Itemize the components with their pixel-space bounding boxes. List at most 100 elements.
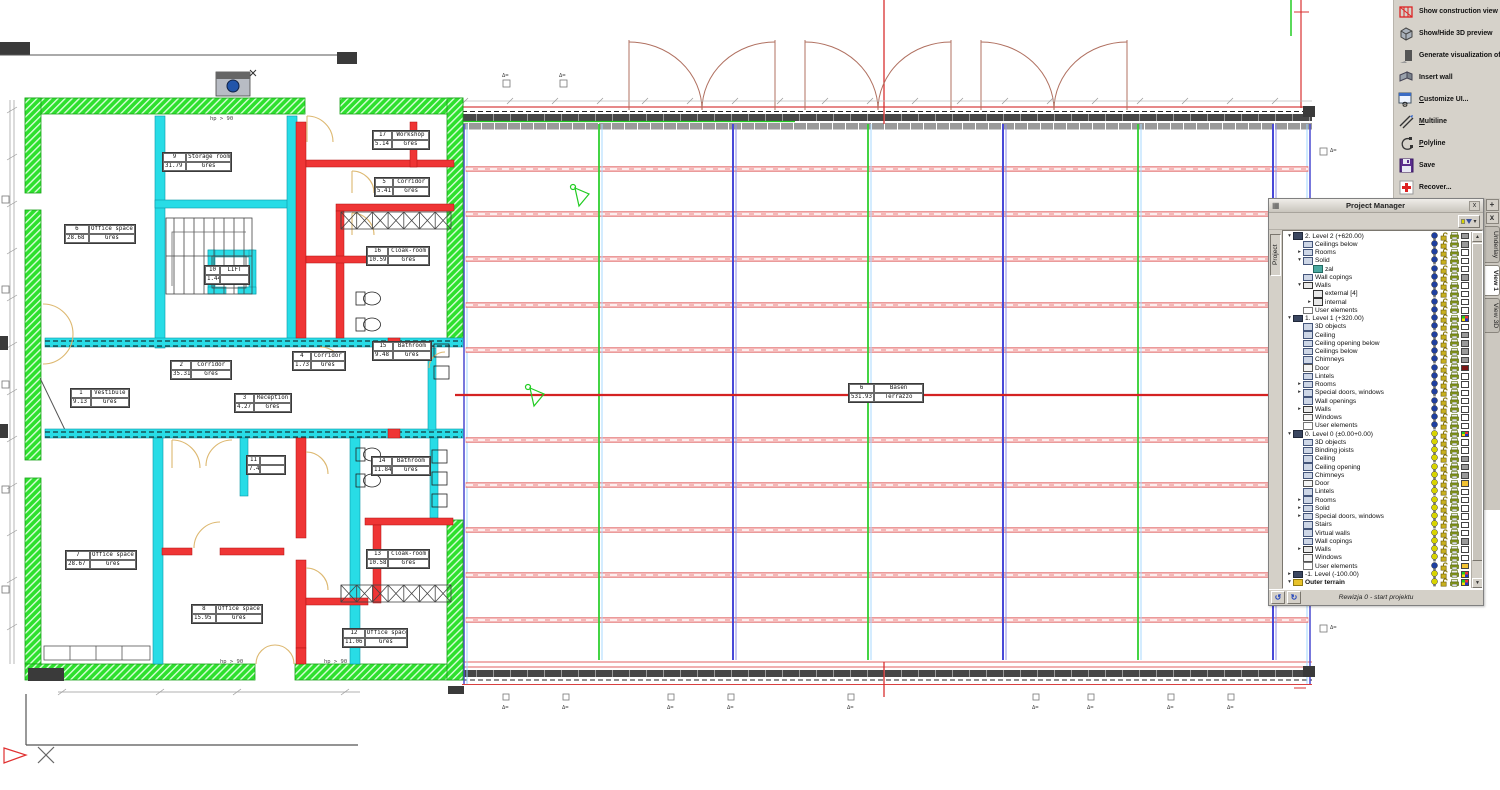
print-icon[interactable] bbox=[1450, 339, 1459, 347]
print-icon[interactable] bbox=[1450, 463, 1459, 471]
pen-color-swatch[interactable] bbox=[1461, 555, 1469, 562]
print-icon[interactable] bbox=[1450, 306, 1459, 314]
filter-button[interactable]: ▾ bbox=[1458, 215, 1480, 228]
pen-color-swatch[interactable] bbox=[1461, 406, 1469, 413]
print-icon[interactable] bbox=[1450, 331, 1459, 339]
pen-color-swatch[interactable] bbox=[1461, 274, 1469, 281]
pen-color-swatch[interactable] bbox=[1461, 546, 1469, 553]
scroll-down-icon[interactable]: ▼ bbox=[1472, 578, 1483, 588]
print-icon[interactable] bbox=[1450, 414, 1459, 422]
pen-color-swatch[interactable] bbox=[1461, 414, 1469, 421]
expander-open-icon[interactable]: ▾ bbox=[1286, 431, 1293, 438]
print-icon[interactable] bbox=[1450, 257, 1459, 265]
pen-color-swatch[interactable] bbox=[1461, 447, 1469, 454]
toolbar-item-generate-visualization-of-shading[interactable]: Generate visualization of shading bbox=[1394, 44, 1500, 66]
tab-view-1[interactable]: View 1 bbox=[1485, 265, 1500, 296]
print-icon[interactable] bbox=[1450, 513, 1459, 521]
print-icon[interactable] bbox=[1450, 471, 1459, 479]
print-icon[interactable] bbox=[1450, 389, 1459, 397]
pen-color-swatch[interactable] bbox=[1461, 522, 1469, 529]
toolbar-item-show-construction-view[interactable]: Show construction view bbox=[1394, 0, 1500, 22]
pen-color-swatch[interactable] bbox=[1461, 315, 1469, 322]
close-icon[interactable]: x bbox=[1469, 201, 1480, 211]
print-icon[interactable] bbox=[1450, 397, 1459, 405]
scrollbar-thumb[interactable] bbox=[1472, 243, 1483, 561]
print-icon[interactable] bbox=[1450, 422, 1459, 430]
print-icon[interactable] bbox=[1450, 529, 1459, 537]
room-label[interactable]: 117.40 m² bbox=[246, 455, 286, 475]
expander-open-icon[interactable]: ▾ bbox=[1286, 233, 1293, 240]
print-icon[interactable] bbox=[1450, 488, 1459, 496]
pen-color-swatch[interactable] bbox=[1461, 282, 1469, 289]
visibility-bulb-icon[interactable] bbox=[1431, 578, 1438, 587]
pen-color-swatch[interactable] bbox=[1461, 390, 1469, 397]
pen-color-swatch[interactable] bbox=[1461, 291, 1469, 298]
print-icon[interactable] bbox=[1450, 480, 1459, 488]
room-label[interactable]: 8Office space15.95 m²Gres bbox=[191, 604, 263, 624]
close-view-button[interactable]: x bbox=[1486, 212, 1499, 224]
print-icon[interactable] bbox=[1450, 364, 1459, 372]
toolbar-item-save[interactable]: Save bbox=[1394, 154, 1500, 176]
pen-color-swatch[interactable] bbox=[1461, 241, 1469, 248]
pen-color-swatch[interactable] bbox=[1461, 258, 1469, 265]
pen-color-swatch[interactable] bbox=[1461, 439, 1469, 446]
print-icon[interactable] bbox=[1450, 298, 1459, 306]
print-icon[interactable] bbox=[1450, 430, 1459, 438]
expander-closed-icon[interactable]: ▸ bbox=[1296, 546, 1303, 553]
toolbar-item-polyline[interactable]: Polyline bbox=[1394, 132, 1500, 154]
pen-color-swatch[interactable] bbox=[1461, 307, 1469, 314]
room-label[interactable]: 5Corridor5.41 m²Gres bbox=[374, 177, 430, 197]
toolbar-item-insert-wall[interactable]: Insert wall bbox=[1394, 66, 1500, 88]
pen-color-swatch[interactable] bbox=[1461, 431, 1469, 438]
add-view-button[interactable]: + bbox=[1486, 199, 1499, 211]
print-icon[interactable] bbox=[1450, 554, 1459, 562]
pen-color-swatch[interactable] bbox=[1461, 538, 1469, 545]
expander-open-icon[interactable]: ▾ bbox=[1286, 315, 1293, 322]
room-label[interactable]: 12Office space11.06 m²Gres bbox=[342, 628, 408, 648]
expander-closed-icon[interactable]: ▸ bbox=[1296, 249, 1303, 256]
print-icon[interactable] bbox=[1450, 249, 1459, 257]
room-label[interactable]: 16Cloak-room10.59 m²Gres bbox=[366, 246, 430, 266]
toolbar-item-multiline[interactable]: Multiline bbox=[1394, 110, 1500, 132]
pen-color-swatch[interactable] bbox=[1461, 357, 1469, 364]
print-icon[interactable] bbox=[1450, 405, 1459, 413]
room-label[interactable]: 6Office space28.68 m²Gres bbox=[64, 224, 136, 244]
tab-view-3d[interactable]: View 3D bbox=[1485, 298, 1500, 333]
expander-closed-icon[interactable]: ▸ bbox=[1286, 571, 1293, 578]
room-label[interactable]: 15Bathroom9.48 m²Gres bbox=[372, 341, 432, 361]
pen-color-swatch[interactable] bbox=[1461, 472, 1469, 479]
print-icon[interactable] bbox=[1450, 546, 1459, 554]
expander-closed-icon[interactable]: ▸ bbox=[1296, 406, 1303, 413]
room-label[interactable]: 14Bathroom11.84 m²Gres bbox=[371, 456, 431, 476]
print-icon[interactable] bbox=[1450, 323, 1459, 331]
panel-menu-icon[interactable]: ▦ bbox=[1272, 201, 1282, 211]
room-label[interactable]: 1Vestibule9.13 m²Gres bbox=[70, 388, 130, 408]
pen-color-swatch[interactable] bbox=[1461, 249, 1469, 256]
room-label[interactable]: 4Corridor1.73 m²Gres bbox=[292, 351, 346, 371]
print-icon[interactable] bbox=[1450, 455, 1459, 463]
print-icon[interactable] bbox=[1450, 240, 1459, 248]
pen-color-swatch[interactable] bbox=[1461, 513, 1469, 520]
print-icon[interactable] bbox=[1450, 282, 1459, 290]
pen-color-swatch[interactable] bbox=[1461, 324, 1469, 331]
room-label[interactable]: 10LIFT1.44 m² bbox=[204, 265, 250, 285]
room-label[interactable]: 17Workshop5.14 m²Gres bbox=[372, 130, 430, 150]
print-icon[interactable] bbox=[1450, 562, 1459, 570]
print-icon[interactable] bbox=[1450, 290, 1459, 298]
print-icon[interactable] bbox=[1450, 315, 1459, 323]
pen-color-swatch[interactable] bbox=[1461, 332, 1469, 339]
pen-color-swatch[interactable] bbox=[1461, 348, 1469, 355]
project-manager-titlebar[interactable]: ▦ Project Manager x bbox=[1269, 199, 1483, 213]
expander-open-icon[interactable]: ▾ bbox=[1286, 579, 1293, 586]
expander-closed-icon[interactable]: ▸ bbox=[1296, 381, 1303, 388]
room-label[interactable]: 3Reception4.27 m²Gres bbox=[234, 393, 292, 413]
tab-project[interactable]: Project bbox=[1270, 234, 1281, 276]
print-icon[interactable] bbox=[1450, 504, 1459, 512]
print-icon[interactable] bbox=[1450, 521, 1459, 529]
scroll-up-icon[interactable]: ▲ bbox=[1472, 232, 1483, 242]
tree-scrollbar[interactable]: ▲ ▼ bbox=[1471, 232, 1482, 588]
expander-closed-icon[interactable]: ▸ bbox=[1296, 497, 1303, 504]
camera-icon[interactable] bbox=[216, 70, 256, 96]
pen-color-swatch[interactable] bbox=[1461, 266, 1469, 273]
lock-icon[interactable] bbox=[1440, 578, 1448, 587]
